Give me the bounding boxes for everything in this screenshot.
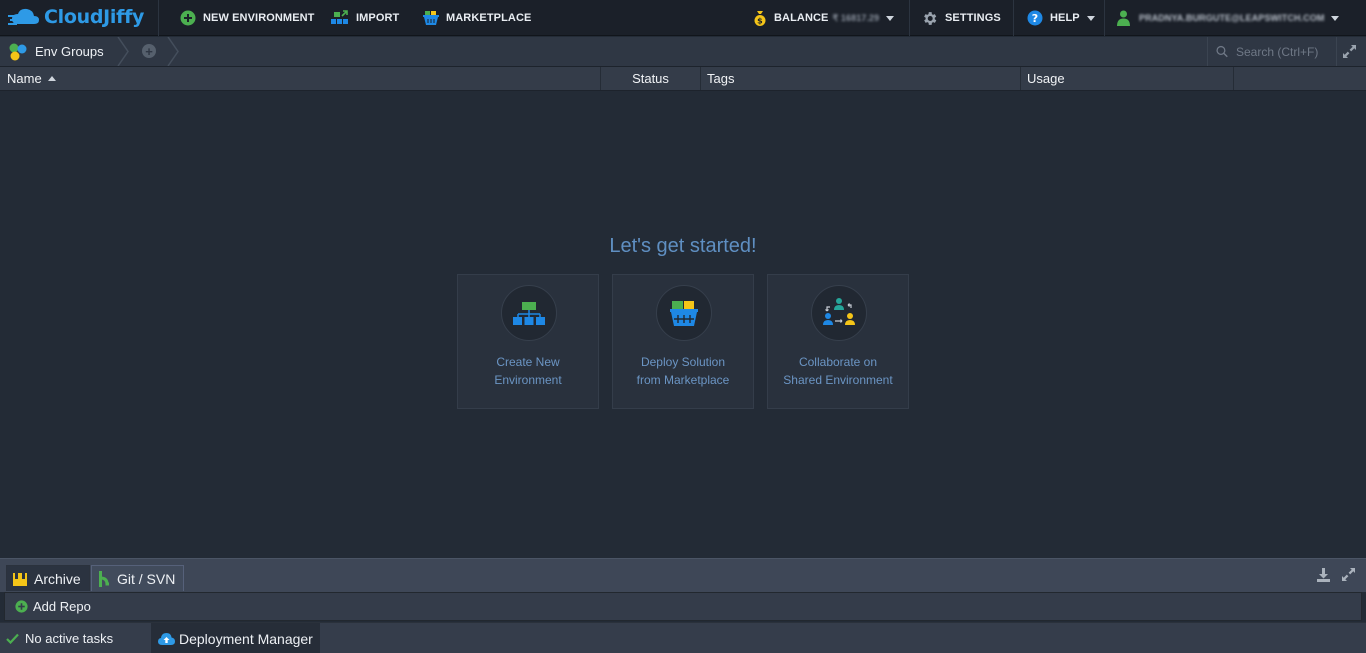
tab-git-svn[interactable]: Git / SVN — [91, 565, 185, 591]
sort-ascending-icon — [47, 76, 56, 81]
user-account-dropdown[interactable]: PRADNYA.BURGUTE@LEAPSWITCH.COM — [1117, 0, 1340, 36]
breadcrumb-label: Env Groups — [35, 44, 104, 59]
svg-text:?: ? — [1032, 12, 1038, 25]
help-dropdown[interactable]: ? HELP — [1027, 0, 1095, 36]
column-usage[interactable]: Usage — [1021, 67, 1234, 90]
add-repo-label: Add Repo — [33, 599, 91, 614]
tab-label: Archive — [34, 570, 81, 587]
tab-label: Git / SVN — [117, 570, 176, 587]
basket-icon — [423, 10, 439, 26]
marketplace-button[interactable]: MARKETPLACE — [423, 0, 531, 36]
brand-name: CloudJiffy — [44, 6, 145, 28]
settings-label: SETTINGS — [945, 12, 1001, 24]
svg-text:$: $ — [757, 17, 763, 26]
breadcrumb-env-groups[interactable]: Env Groups — [0, 37, 104, 66]
card-label: Create New Environment — [458, 353, 598, 389]
expand-icon[interactable] — [1343, 45, 1356, 58]
column-status[interactable]: Status — [601, 67, 701, 90]
environment-grid-header: Name Status Tags Usage — [0, 67, 1366, 91]
column-tags[interactable]: Tags — [701, 67, 1021, 90]
marketplace-basket-icon — [670, 301, 698, 326]
search-input[interactable] — [1236, 44, 1336, 59]
column-name[interactable]: Name — [0, 67, 601, 90]
card-icon-circle — [501, 285, 557, 341]
brand-logo[interactable]: CloudJiffy — [8, 5, 144, 29]
search-box[interactable] — [1207, 37, 1337, 66]
bottom-panel-tabbar: Archive Git / SVN — [0, 558, 1366, 592]
card-label-line: Collaborate on — [798, 355, 878, 369]
card-label-line: from Marketplace — [636, 373, 730, 387]
check-icon — [6, 633, 19, 644]
chevron-down-icon — [1086, 15, 1095, 21]
task-status-label: No active tasks — [25, 631, 114, 646]
column-label: Tags — [707, 71, 735, 86]
environment-topology-icon — [513, 302, 545, 325]
help-circle-icon: ? — [1027, 10, 1043, 26]
breadcrumb-separator-icon — [117, 37, 129, 66]
toolbar-divider — [158, 0, 159, 36]
card-label-line: Create New — [496, 355, 560, 369]
card-icon-circle — [811, 285, 867, 341]
toolbar-divider — [909, 0, 910, 36]
search-icon — [1216, 45, 1228, 58]
plus-circle-icon — [15, 600, 28, 613]
expand-icon[interactable] — [1342, 568, 1355, 581]
deploy-marketplace-card[interactable]: Deploy Solution from Marketplace — [612, 274, 754, 409]
tab-archive[interactable]: Archive — [6, 565, 90, 591]
card-label-line: Deploy Solution — [640, 355, 726, 369]
download-icon[interactable] — [1317, 568, 1330, 582]
column-label: Usage — [1027, 71, 1065, 86]
archive-box-icon — [13, 572, 27, 586]
add-repo-button[interactable]: Add Repo — [4, 592, 1362, 621]
breadcrumb-separator-icon — [167, 37, 179, 66]
toolbar-divider — [1104, 0, 1105, 36]
deployment-manager-label: Deployment Manager — [179, 630, 313, 647]
card-label-line: Shared Environment — [783, 373, 893, 387]
welcome-title: Let's get started! — [609, 235, 757, 257]
task-status[interactable]: No active tasks — [6, 623, 113, 653]
user-icon — [1117, 10, 1130, 26]
import-button[interactable]: IMPORT — [331, 0, 399, 36]
balance-value: ₹ 16817.29 — [832, 12, 880, 23]
env-groups-icon — [9, 43, 27, 60]
money-bag-icon: $ — [753, 10, 767, 26]
column-label: Name — [7, 71, 42, 86]
deployment-manager-tab[interactable]: Deployment Manager — [151, 623, 320, 653]
balance-dropdown[interactable]: $ BALANCE ₹ 16817.29 — [753, 0, 895, 36]
import-label: IMPORT — [356, 12, 400, 24]
toolbar-divider — [1013, 0, 1014, 36]
marketplace-label: MARKETPLACE — [446, 12, 532, 24]
user-email: PRADNYA.BURGUTE@LEAPSWITCH.COM — [1139, 13, 1325, 23]
add-group-button[interactable]: + — [142, 44, 156, 58]
help-label: HELP — [1050, 12, 1080, 24]
cloud-logo-icon — [8, 8, 39, 25]
new-environment-label: NEW ENVIRONMENT — [203, 12, 315, 24]
top-toolbar: CloudJiffy NEW ENVIRONMENT IMPORT MARKET… — [0, 0, 1366, 36]
create-environment-card[interactable]: Create New Environment — [457, 274, 599, 409]
column-label: Status — [632, 71, 669, 86]
new-environment-button[interactable]: NEW ENVIRONMENT — [180, 0, 315, 36]
chevron-down-icon — [886, 15, 895, 21]
collaboration-users-icon — [823, 298, 855, 325]
gear-icon — [921, 10, 938, 27]
balance-label: BALANCE — [774, 12, 829, 24]
collaborate-card[interactable]: Collaborate on Shared Environment — [767, 274, 909, 409]
import-icon — [331, 10, 349, 26]
breadcrumb-bar: Env Groups + — [0, 37, 1366, 67]
settings-button[interactable]: SETTINGS — [921, 0, 1001, 36]
card-label: Collaborate on Shared Environment — [768, 353, 908, 389]
card-label: Deploy Solution from Marketplace — [613, 353, 753, 389]
card-icon-circle — [656, 285, 712, 341]
cloud-upload-icon — [158, 632, 175, 646]
chevron-down-icon — [1331, 15, 1340, 21]
git-branch-icon — [98, 570, 110, 588]
plus-circle-icon — [180, 10, 196, 26]
status-bar: No active tasks Deployment Manager — [0, 622, 1366, 653]
card-label-line: Environment — [494, 373, 562, 387]
